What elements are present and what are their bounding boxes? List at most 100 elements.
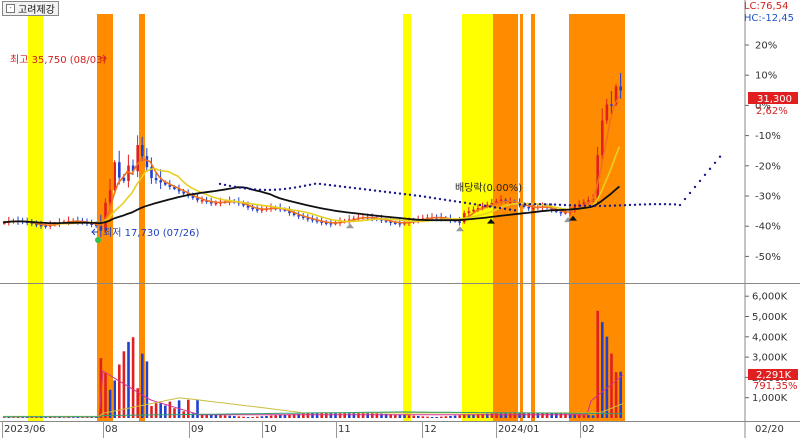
trail-dot (653, 202, 657, 206)
collapse-box-icon[interactable]: - (6, 4, 15, 13)
volume-bar (614, 372, 618, 418)
volume-bar (605, 336, 609, 418)
trail-dot (333, 184, 337, 187)
trail-dot (263, 188, 267, 192)
volume-bar (421, 416, 425, 418)
yellow-band (403, 14, 411, 421)
date-label: 08 (105, 424, 118, 435)
trail-dot (368, 188, 372, 192)
volume-bar (315, 413, 319, 418)
candle (141, 145, 144, 157)
volume-bar (407, 415, 411, 418)
candle (559, 211, 563, 214)
hc-value: HC:-12,45 (743, 13, 794, 24)
trail-dot (383, 190, 387, 193)
trail-dot (433, 197, 437, 200)
price-tick-label: -20% (755, 161, 781, 172)
volume-bar (527, 412, 530, 418)
trail-dot (233, 185, 237, 189)
date-label: 2023/06 (4, 424, 46, 435)
volume-bar (164, 405, 167, 418)
candle (136, 145, 139, 172)
price-tick-label: -30% (755, 192, 781, 203)
stock-tab[interactable]: - 고려제강 (2, 1, 59, 16)
volume-bar (127, 341, 130, 418)
trail-dot (403, 192, 407, 196)
trail-dot (438, 197, 442, 201)
trail-dot (683, 197, 687, 201)
volume-bar (541, 412, 544, 418)
volume-bar (265, 415, 268, 418)
volume-bar (53, 417, 57, 418)
candle (118, 162, 121, 178)
trail-dot (228, 184, 232, 188)
trail-dot (538, 202, 542, 206)
volume-bar (591, 415, 595, 418)
volume-bar (145, 361, 149, 418)
volume-bar (251, 416, 254, 418)
trail-dot (513, 209, 517, 212)
price-tick-label: 20% (755, 41, 777, 52)
trail-dot (258, 188, 262, 191)
volume-tick-label: 4,000K (752, 332, 788, 343)
candle (154, 177, 158, 181)
trail-dot (523, 203, 527, 206)
trail-dot (363, 188, 367, 191)
volume-bar (44, 417, 47, 418)
lc-value: LC:76,54 (743, 1, 789, 12)
date-label: 09 (191, 424, 204, 435)
price-tick-label: -10% (755, 131, 781, 142)
trail-dot (578, 204, 582, 207)
volume-bar (320, 412, 323, 418)
volume-bar (154, 403, 158, 418)
trail-dot (603, 204, 607, 208)
trail-dot (688, 191, 692, 195)
trail-dot (613, 204, 617, 207)
volume-tick-label: 5,000K (752, 312, 788, 323)
volume-bars (3, 310, 622, 419)
date-label: 2024/01 (498, 424, 540, 435)
candle (214, 202, 218, 205)
trail-dot (303, 184, 307, 187)
volume-bar (90, 417, 93, 418)
trail-dot (648, 203, 652, 206)
volume-bar (242, 416, 245, 418)
volume-bar (159, 403, 162, 418)
trail-dot (563, 203, 567, 207)
trail-dot (398, 192, 402, 195)
trail-dot (618, 204, 622, 207)
trail-dot (328, 183, 332, 187)
orange-band (493, 14, 518, 421)
trail-dot (493, 206, 497, 209)
trail-dot (708, 167, 712, 171)
volume-bar (366, 413, 369, 418)
trail-dot (623, 204, 627, 207)
trail-dot (633, 203, 637, 206)
volume-bar (306, 413, 310, 418)
volume-bar (187, 399, 190, 418)
date-label: 12 (424, 424, 437, 435)
trail-dot (478, 203, 482, 207)
chart-canvas[interactable]: 20%10%0%-10%-20%-30%-40%-50%6,000K5,000K… (0, 0, 800, 438)
marker-arrow (346, 223, 354, 229)
trail-dot (338, 185, 342, 188)
volume-bar (555, 413, 558, 418)
trail-dot (413, 194, 417, 197)
orange-band (520, 14, 523, 421)
candle (610, 104, 613, 106)
trail-dot (268, 188, 272, 192)
trail-dot (668, 203, 672, 206)
candle (458, 221, 461, 223)
trail-dot (553, 203, 557, 206)
candle (200, 200, 204, 202)
trail-dot (418, 194, 422, 198)
low-annotation: 최저 17,730 (07/26) (103, 227, 199, 239)
volume-bar (223, 415, 227, 418)
volume-bar (499, 413, 503, 418)
trail-dot (243, 187, 247, 190)
candle (108, 190, 112, 203)
volume-bar (325, 412, 328, 418)
trail-dot (713, 161, 717, 164)
trail-dot (588, 204, 592, 208)
trail-dot (718, 155, 722, 158)
